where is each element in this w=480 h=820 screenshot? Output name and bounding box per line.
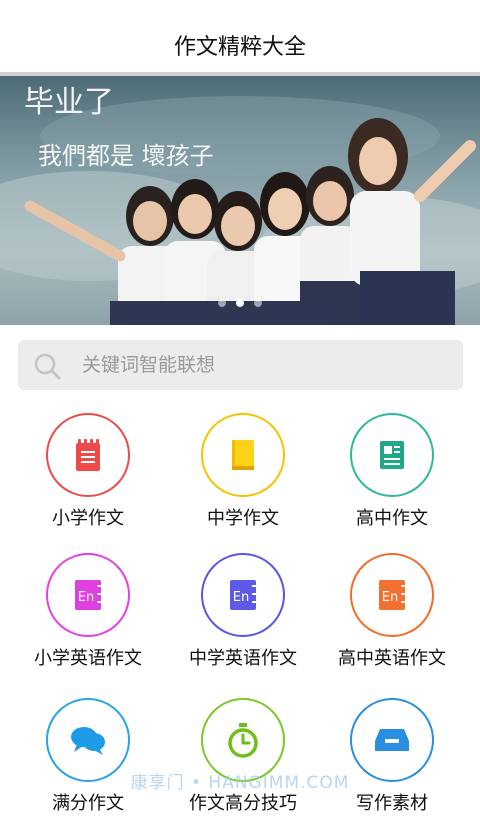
notepad-icon	[76, 439, 100, 471]
category-label: 满分作文	[52, 793, 124, 814]
category-grid: 小学作文 中学作文 高中作文 En 小学英语作文 En 中学英语作文 En 高中…	[0, 395, 480, 814]
category-middle-school[interactable]: 中学作文	[163, 395, 323, 535]
category-label: 小学作文	[52, 508, 124, 529]
category-label: 中学英语作文	[189, 648, 297, 669]
category-label: 高中作文	[356, 508, 428, 529]
carousel-dot[interactable]	[218, 299, 226, 307]
english-label: En	[233, 590, 249, 605]
category-full-score[interactable]: 满分作文	[8, 680, 168, 820]
banner-photo: 毕业了 我們都是 壞孩子	[0, 85, 480, 325]
category-middle-english[interactable]: En 中学英语作文	[163, 535, 323, 675]
category-icon-ring: En	[201, 553, 285, 637]
category-icon-ring	[201, 413, 285, 497]
carousel-dot-active[interactable]	[236, 299, 244, 307]
category-icon-ring	[350, 413, 434, 497]
inbox-tray-icon	[375, 729, 409, 751]
category-label: 写作素材	[356, 793, 428, 814]
category-primary-english[interactable]: En 小学英语作文	[8, 535, 168, 675]
category-label: 作文高分技巧	[189, 793, 297, 814]
category-icon-ring: En	[350, 553, 434, 637]
category-label: 高中英语作文	[338, 648, 446, 669]
search-bar[interactable]	[18, 340, 463, 390]
search-icon	[32, 352, 62, 384]
chat-bubbles-icon	[71, 727, 105, 755]
category-label: 小学英语作文	[34, 648, 142, 669]
page-title: 作文精粹大全	[173, 35, 306, 60]
category-label: 中学作文	[207, 508, 279, 529]
title-bar: 作文精粹大全	[0, 0, 480, 76]
carousel-dot[interactable]	[254, 299, 262, 307]
english-book-icon: En	[379, 580, 405, 610]
category-writing-tips[interactable]: 作文高分技巧	[163, 680, 323, 820]
document-icon	[380, 441, 404, 469]
banner-carousel[interactable]: 毕业了 我們都是 壞孩子	[0, 76, 480, 325]
category-primary-school[interactable]: 小学作文	[8, 395, 168, 535]
banner-handwriting-subtitle: 我們都是 壞孩子	[38, 142, 214, 170]
english-book-icon: En	[230, 580, 256, 610]
english-label: En	[382, 590, 398, 605]
category-icon-ring	[46, 413, 130, 497]
category-writing-materials[interactable]: 写作素材	[312, 680, 472, 820]
banner-handwriting-title: 毕业了	[24, 85, 114, 120]
stopwatch-icon	[228, 723, 258, 758]
english-book-icon: En	[75, 580, 101, 610]
book-icon	[232, 440, 254, 470]
carousel-dots	[0, 292, 480, 311]
category-high-school[interactable]: 高中作文	[312, 395, 472, 535]
watermark: 康享门 • HANGIMM.COM	[130, 773, 350, 793]
category-icon-ring: En	[46, 553, 130, 637]
english-label: En	[78, 590, 94, 605]
search-input[interactable]	[82, 340, 452, 390]
category-high-english[interactable]: En 高中英语作文	[312, 535, 472, 675]
